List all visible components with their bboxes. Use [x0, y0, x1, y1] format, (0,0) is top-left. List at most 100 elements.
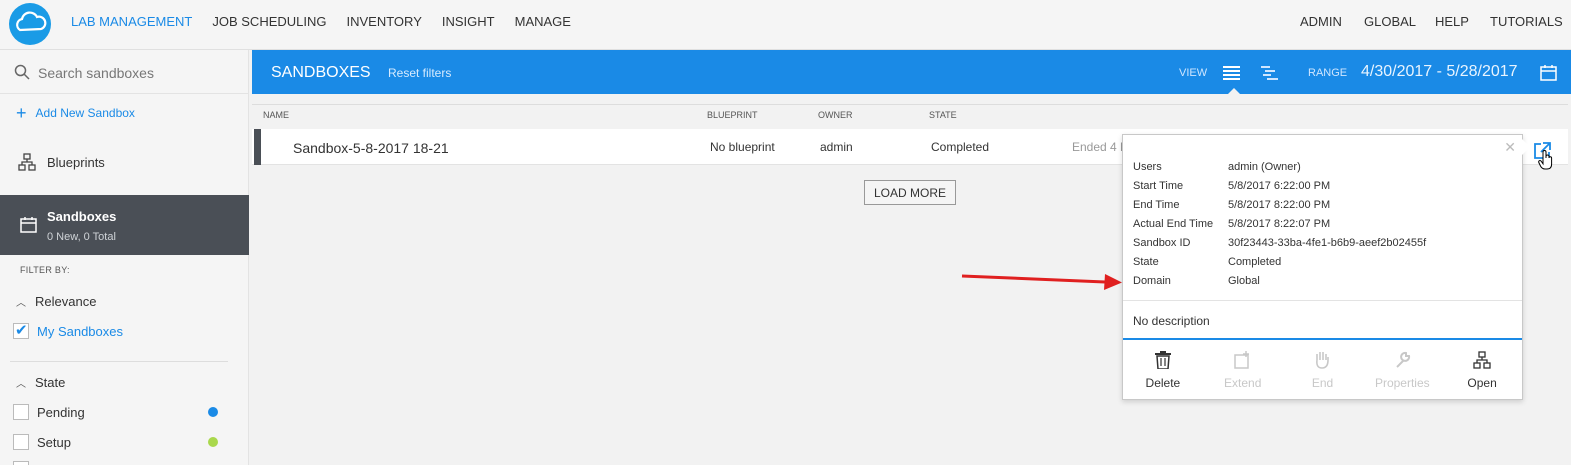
detail-value: 5/8/2017 6:22:00 PM: [1228, 180, 1331, 192]
reset-filters-link[interactable]: Reset filters: [388, 66, 451, 80]
sidebar-item-label: Blueprints: [47, 154, 105, 170]
nav-tutorials[interactable]: TUTORIALS: [1490, 14, 1563, 29]
action-label: Extend: [1224, 376, 1262, 390]
filter-label: Setup: [37, 434, 71, 450]
sandbox-ended: Ended 4 D: [1072, 140, 1129, 154]
column-header-blueprint[interactable]: BLUEPRINT: [707, 110, 758, 120]
sandboxes-header: SANDBOXES Reset filters VIEW RANGE 4/30/…: [252, 50, 1571, 94]
blueprint-icon: [18, 153, 36, 171]
red-arrow-annotation: [961, 274, 1122, 290]
timeline-view-icon[interactable]: [1261, 66, 1278, 80]
date-range[interactable]: 4/30/2017 - 5/28/2017: [1361, 63, 1518, 81]
sidebar-item-sandboxes[interactable]: Sandboxes 0 New, 0 Total: [0, 195, 249, 255]
filter-label: My Sandboxes: [37, 323, 123, 339]
status-bar: [254, 129, 261, 165]
sandbox-name[interactable]: Sandbox-5-8-2017 18-21: [293, 140, 449, 156]
detail-value: Completed: [1228, 256, 1282, 268]
extend-button[interactable]: Extend: [1203, 340, 1283, 400]
list-view-icon[interactable]: [1223, 66, 1240, 80]
table-header: NAME BLUEPRINT OWNER STATE: [252, 104, 1568, 129]
status-dot-pending: [208, 407, 218, 417]
popup-actions: Delete Extend End Properties Open: [1123, 340, 1522, 400]
relevance-title: Relevance: [35, 294, 97, 309]
detail-value: Global: [1228, 275, 1260, 287]
filter-label: Pending: [37, 404, 85, 420]
detail-key: State: [1133, 256, 1159, 268]
nav-global[interactable]: GLOBAL: [1364, 14, 1416, 29]
nav-help[interactable]: HELP: [1435, 14, 1469, 29]
filter-next[interactable]: [13, 461, 37, 465]
checkbox[interactable]: [13, 404, 29, 420]
filter-setup[interactable]: Setup: [13, 434, 71, 450]
add-new-sandbox-button[interactable]: + Add New Sandbox: [16, 103, 135, 123]
extend-icon: [1233, 351, 1249, 369]
hand-cursor-icon: [1538, 150, 1553, 170]
action-label: Properties: [1374, 376, 1430, 390]
action-label: Delete: [1145, 376, 1181, 390]
detail-value: 5/8/2017 8:22:07 PM: [1228, 218, 1331, 230]
filter-by-label: FILTER BY:: [20, 265, 70, 275]
state-title: State: [35, 375, 66, 390]
load-more-button[interactable]: LOAD MORE: [864, 180, 956, 205]
divider: [10, 361, 228, 362]
detail-key: Sandbox ID: [1133, 237, 1191, 249]
relevance-section-toggle[interactable]: ︿ Relevance: [16, 294, 96, 309]
sandbox-owner: admin: [820, 140, 853, 154]
detail-key: Domain: [1133, 275, 1171, 287]
range-label: RANGE: [1308, 67, 1348, 79]
action-label: Open: [1467, 376, 1497, 390]
page-title: SANDBOXES: [271, 64, 371, 81]
close-icon[interactable]: ✕: [1504, 139, 1516, 156]
chevron-up-icon: ︿: [16, 379, 26, 390]
sidebar: + Add New Sandbox Blueprints Sandboxes 0…: [0, 50, 249, 465]
checkbox[interactable]: [13, 434, 29, 450]
main-nav: LAB MANAGEMENT JOB SCHEDULING INVENTORY …: [71, 0, 591, 43]
properties-button[interactable]: Properties: [1362, 340, 1442, 400]
nav-manage[interactable]: MANAGE: [515, 14, 571, 29]
detail-key: Actual End Time: [1133, 218, 1214, 230]
checkbox[interactable]: [13, 321, 29, 339]
sandbox-count: 0 New, 0 Total: [47, 231, 116, 243]
sidebar-item-blueprints[interactable]: Blueprints: [18, 153, 105, 171]
search-input[interactable]: [38, 62, 238, 84]
nav-insight[interactable]: INSIGHT: [442, 14, 495, 29]
detail-key: Users: [1133, 161, 1162, 173]
nav-admin[interactable]: ADMIN: [1300, 14, 1342, 29]
column-header-state[interactable]: STATE: [929, 110, 957, 120]
top-nav: LAB MANAGEMENT JOB SCHEDULING INVENTORY …: [0, 0, 1571, 50]
nav-job-scheduling[interactable]: JOB SCHEDULING: [212, 14, 326, 29]
calendar-icon[interactable]: [1540, 64, 1557, 81]
nav-inventory[interactable]: INVENTORY: [347, 14, 422, 29]
status-dot-setup: [208, 437, 218, 447]
detail-value: 5/8/2017 8:22:00 PM: [1228, 199, 1331, 211]
popup-pointer: [1522, 139, 1530, 155]
sandbox-details-popup: ✕ Users admin (Owner) Start Time 5/8/2017 …: [1122, 134, 1530, 400]
hand-stop-icon: [1316, 352, 1330, 369]
checkbox[interactable]: [13, 461, 29, 465]
end-button[interactable]: End: [1283, 340, 1363, 400]
nav-lab-management[interactable]: LAB MANAGEMENT: [71, 14, 192, 29]
blueprint-open-icon: [1473, 351, 1491, 369]
open-button[interactable]: Open: [1442, 340, 1522, 400]
add-new-sandbox-label: Add New Sandbox: [35, 106, 135, 120]
search-icon: [14, 64, 30, 80]
detail-key: Start Time: [1133, 180, 1184, 192]
delete-button[interactable]: Delete: [1123, 340, 1203, 400]
detail-key: End Time: [1133, 199, 1180, 211]
detail-value: admin (Owner): [1228, 161, 1301, 173]
sandbox-blueprint: No blueprint: [710, 140, 775, 154]
detail-value: 30f23443-33ba-4fe1-b6b9-aeef2b02455f: [1228, 237, 1427, 249]
search-box: [0, 50, 249, 94]
view-label: VIEW: [1179, 67, 1208, 79]
state-section-toggle[interactable]: ︿ State: [16, 375, 65, 390]
wrench-icon: [1396, 351, 1411, 368]
filter-my-sandboxes[interactable]: My Sandboxes: [13, 321, 123, 339]
cloud-logo-icon[interactable]: [9, 3, 51, 45]
column-header-owner[interactable]: OWNER: [818, 110, 853, 120]
plus-icon: +: [16, 103, 27, 123]
divider: [1123, 300, 1522, 301]
trash-icon: [1154, 351, 1171, 369]
sandbox-state: Completed: [931, 140, 990, 154]
column-header-name[interactable]: NAME: [263, 110, 289, 120]
filter-pending[interactable]: Pending: [13, 404, 85, 420]
